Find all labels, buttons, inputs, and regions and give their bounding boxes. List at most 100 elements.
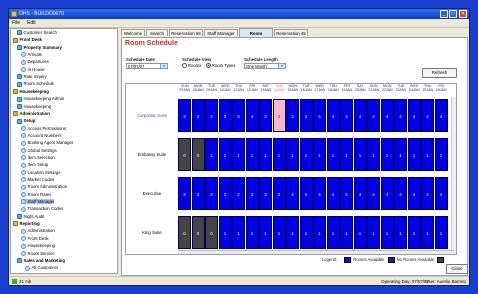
- availability-cell[interactable]: 1: [340, 216, 353, 249]
- availability-cell[interactable]: 4: [326, 99, 340, 132]
- title-bar[interactable]: OHS - BUILDO0070 _ □ ✕: [9, 9, 469, 19]
- availability-cell[interactable]: 0: [178, 216, 191, 249]
- availability-cell[interactable]: 1: [326, 216, 340, 249]
- tree-item[interactable]: Administration: [13, 111, 50, 117]
- tree-item[interactable]: Departures: [21, 59, 49, 65]
- availability-cell[interactable]: 0: [191, 216, 205, 249]
- availability-cell[interactable]: 1: [434, 216, 448, 249]
- availability-cell[interactable]: 4: [434, 177, 448, 210]
- tree-item[interactable]: Administration: [21, 228, 55, 234]
- tab-search[interactable]: Search: [146, 29, 168, 36]
- availability-cell[interactable]: 1: [407, 216, 421, 249]
- availability-cell[interactable]: 1: [353, 216, 367, 249]
- availability-cell[interactable]: 1: [313, 216, 326, 249]
- tree-item[interactable]: Customer Search: [17, 30, 57, 36]
- menu-edit[interactable]: Edit: [27, 20, 36, 26]
- chevron-down-icon[interactable]: ▼: [278, 64, 285, 68]
- tree-item[interactable]: Location Settings: [21, 170, 60, 175]
- availability-cell[interactable]: 4: [313, 99, 326, 132]
- tree-item[interactable]: All Customers: [25, 265, 58, 271]
- tab-welcome[interactable]: Welcome: [121, 29, 145, 36]
- availability-cell[interactable]: 1: [313, 138, 326, 171]
- availability-cell[interactable]: 1: [272, 216, 286, 249]
- tree-item[interactable]: Market Codes: [21, 177, 54, 183]
- horizontal-scrollbar[interactable]: [178, 250, 454, 254]
- availability-cell[interactable]: 3: [232, 99, 245, 132]
- availability-cell[interactable]: 1: [394, 138, 407, 171]
- availability-cell[interactable]: 0: [205, 216, 218, 249]
- close-window-icon[interactable]: ✕: [459, 10, 467, 18]
- menu-file[interactable]: File: [12, 20, 20, 26]
- minimize-icon[interactable]: _: [440, 10, 448, 18]
- radio-room-types[interactable]: Room Types: [206, 63, 235, 69]
- tree-item[interactable]: Access Permissions: [21, 126, 66, 131]
- availability-cell[interactable]: 1: [407, 138, 421, 171]
- availability-cell[interactable]: 3: [191, 177, 205, 210]
- close-button[interactable]: Close: [446, 264, 468, 274]
- availability-cell[interactable]: 1: [259, 216, 272, 249]
- tree-item[interactable]: Rate Inquiry: [17, 74, 47, 80]
- availability-cell[interactable]: 0: [178, 138, 191, 171]
- availability-cell[interactable]: 4: [326, 177, 340, 210]
- availability-cell[interactable]: 3: [299, 99, 313, 132]
- schedule-length-select[interactable]: One Month ▼: [244, 63, 286, 69]
- tree-item[interactable]: Account Numbers: [21, 133, 62, 139]
- tree-item[interactable]: Front Desk: [21, 236, 49, 242]
- room-type-label[interactable]: Corporate Suite: [126, 113, 178, 118]
- tree-item[interactable]: Sales and Marketing: [17, 258, 65, 264]
- vertical-scrollbar[interactable]: [451, 97, 456, 254]
- radio-rooms[interactable]: Rooms: [182, 63, 201, 69]
- availability-cell[interactable]: 1: [232, 216, 245, 249]
- availability-cell[interactable]: 4: [434, 99, 448, 132]
- availability-cell[interactable]: 0: [191, 138, 205, 171]
- availability-cell[interactable]: 1: [245, 216, 259, 249]
- availability-cell[interactable]: 2: [218, 177, 232, 210]
- tree-item[interactable]: Housekeeping: [13, 89, 49, 95]
- availability-cell[interactable]: 1: [299, 216, 313, 249]
- room-type-label[interactable]: Executive: [126, 191, 178, 196]
- tab-reservation-45[interactable]: Reservation 45: [274, 29, 308, 36]
- tab-room-schedule[interactable]: Room Schedule: [239, 28, 273, 45]
- availability-cell[interactable]: 1: [218, 216, 232, 249]
- tree-item[interactable]: Transaction Codes: [21, 206, 63, 212]
- tree-item[interactable]: Housekeeping Admin: [17, 96, 64, 102]
- availability-cell[interactable]: 3: [259, 177, 272, 210]
- availability-cell[interactable]: 4: [286, 177, 299, 210]
- tree-item[interactable]: Property Summary: [17, 45, 62, 51]
- tree-item[interactable]: Front Desk: [13, 37, 42, 43]
- availability-cell[interactable]: 3: [205, 177, 218, 210]
- tree-item[interactable]: Global Settings: [21, 148, 57, 153]
- availability-cell[interactable]: 1: [434, 138, 448, 171]
- tree-item[interactable]: Setup: [17, 118, 35, 124]
- availability-cell[interactable]: 1: [340, 138, 353, 171]
- availability-cell[interactable]: 4: [394, 99, 407, 132]
- availability-cell[interactable]: 4: [407, 177, 421, 210]
- availability-cell[interactable]: 1: [245, 138, 259, 171]
- calendar-dropdown-icon[interactable]: ▼: [160, 64, 167, 68]
- availability-cell[interactable]: 1: [205, 138, 218, 171]
- tree-item[interactable]: Item Selection: [21, 155, 55, 161]
- availability-cell[interactable]: 1: [367, 138, 380, 171]
- availability-cell[interactable]: 4: [407, 99, 421, 132]
- tree-item[interactable]: In House: [21, 67, 45, 73]
- availability-cell[interactable]: 3: [272, 99, 286, 132]
- availability-cell[interactable]: 3: [245, 177, 259, 210]
- availability-cell[interactable]: 4: [367, 177, 380, 210]
- tree-item[interactable]: Room Administration: [21, 184, 67, 190]
- availability-cell[interactable]: 4: [245, 99, 259, 132]
- availability-cell[interactable]: 3: [178, 177, 191, 210]
- availability-cell[interactable]: 1: [299, 138, 313, 171]
- availability-cell[interactable]: 1: [421, 216, 434, 249]
- availability-cell[interactable]: 4: [299, 177, 313, 210]
- schedule-date-field[interactable]: 07/07/07 ▼: [126, 63, 168, 69]
- availability-cell[interactable]: 4: [380, 177, 394, 210]
- room-type-label[interactable]: Embassy Suite: [126, 152, 178, 157]
- availability-cell[interactable]: 3: [259, 99, 272, 132]
- tree-item[interactable]: Night Audit: [17, 214, 44, 220]
- availability-cell[interactable]: 4: [421, 177, 434, 210]
- tree-item[interactable]: Housekeeping: [17, 104, 51, 109]
- availability-cell[interactable]: 3: [205, 99, 218, 132]
- availability-cell[interactable]: 4: [340, 99, 353, 132]
- availability-cell[interactable]: 4: [340, 177, 353, 210]
- availability-cell[interactable]: 4: [421, 99, 434, 132]
